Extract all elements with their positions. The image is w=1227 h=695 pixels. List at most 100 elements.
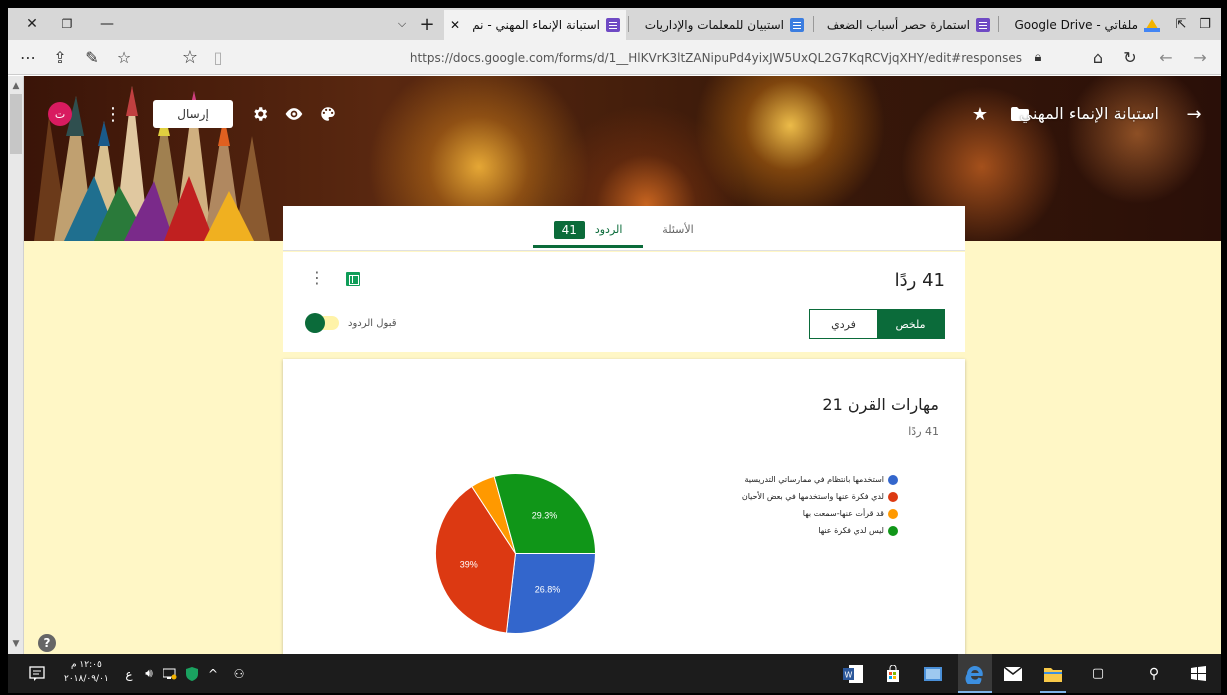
search-icon[interactable]: ⚲ [1140,654,1168,693]
avatar[interactable]: ت [48,102,72,126]
tab-strip: ✕ ❐ — ⌵ + استبانة الإنماء المهني - نم ✕ … [8,8,1221,40]
pie-slice-label: 29.3% [532,510,558,520]
svg-text:W: W [845,670,853,679]
settings-gear-icon[interactable] [248,102,272,126]
form-tabs-card: 41 الردود الأسئلة [283,206,965,251]
store-app-icon[interactable] [878,654,908,693]
network-icon[interactable] [161,654,179,693]
scrollbar[interactable]: ▲ ▼ [8,76,24,654]
legend-label: ليس لدي فكرة عنها [818,526,884,535]
legend-item[interactable]: قد قرأت عنها-سمعت بها [698,505,898,522]
doc-icon [790,18,804,32]
browser-tab[interactable]: استبيان للمعلمات والإداريات [630,10,810,40]
share-icon[interactable]: ⇪ [48,40,72,75]
volume-icon[interactable]: 🔊︎ [140,654,158,693]
legend-item[interactable]: ليس لدي فكرة عنها [698,522,898,539]
question-response-count: 41 ردًا [908,425,939,438]
task-view-icon[interactable]: ▢ [1084,654,1112,693]
tab-title: استمارة حصر أسباب الضعف [826,18,970,32]
tab-questions[interactable]: الأسئلة [653,214,703,244]
accepting-responses-toggle[interactable] [305,313,339,333]
tab-responses-label: الردود [594,223,623,236]
back-icon[interactable]: ← [1154,40,1178,75]
active-app-indicator [1040,691,1066,693]
individual-button[interactable]: فردي [810,310,877,338]
form-title[interactable]: استبانة الإنماء المهني [1020,104,1159,123]
file-explorer-icon[interactable] [1038,654,1068,693]
pencils-image [34,86,270,241]
start-windows-icon[interactable] [1182,654,1214,693]
legend-label: استخدمها بانتظام في ممارساتي التدريسية [744,475,884,484]
url-field[interactable]: https://docs.google.com/forms/d/1__HlKVr… [238,46,1038,70]
refresh-icon[interactable]: ↻ [1118,40,1142,75]
scroll-up-icon[interactable]: ▲ [8,78,24,94]
scroll-down-icon[interactable]: ▼ [8,636,24,652]
responses-count-badge: 41 [553,220,585,239]
tabs-aside-icon[interactable]: ❐ [1194,8,1216,40]
word-app-icon[interactable]: W [838,654,868,693]
sheets-icon[interactable] [346,272,360,286]
minimize-window-icon[interactable]: — [93,8,121,40]
mail-app-icon[interactable] [998,654,1028,693]
legend-swatch [888,508,898,519]
pie-slice-label: 26.8% [535,584,561,594]
send-button[interactable]: إرسال [153,100,233,128]
address-bar-row: ⋯ ⇪ ✎ ☆ ☆ ▯ https://docs.google.com/form… [8,40,1221,75]
legend-swatch [888,525,898,536]
taskbar-clock[interactable]: ١٢:٠٥ م ٢٠١٨/٠٩/٠١ [64,658,109,686]
tab-responses[interactable]: 41 الردود [533,214,643,248]
more-icon[interactable]: ⋯ [16,40,40,75]
star-icon[interactable]: ★ [968,102,992,126]
browser-tab[interactable]: استمارة حصر أسباب الضعف [816,10,996,40]
pie-slice-label: 39% [460,560,478,570]
forward-icon[interactable]: → [1188,40,1212,75]
close-window-icon[interactable]: ✕ [18,8,46,40]
more-vert-icon[interactable]: ⋮ [309,268,325,287]
favorite-star-icon[interactable]: ☆ [178,40,202,75]
windows-taskbar: ١٢:٠٥ م ٢٠١٨/٠٩/٠١ ع 🔊︎ ^ ⚇ W ▢ ⚲ [8,654,1221,693]
edge-app-icon[interactable] [958,654,992,693]
chevron-up-icon[interactable]: ^ [204,654,222,693]
lock-icon: 🔒︎ [1034,50,1042,65]
legend-label: قد قرأت عنها-سمعت بها [802,509,884,518]
question-title: مهارات القرن 21 [822,395,939,414]
tab-preview-icon[interactable]: ⇱ [1170,8,1192,40]
favorites-hub-icon[interactable]: ☆ [112,40,136,75]
new-tab-icon[interactable]: + [416,8,438,40]
view-toggle: فردي ملخص [809,309,945,339]
input-language[interactable]: ع [121,654,137,693]
browser-tab-active[interactable]: استبانة الإنماء المهني - نم ✕ [444,10,626,40]
tab-title: استبانة الإنماء المهني - نم [472,18,600,32]
pie-chart[interactable]: 26.8% 39% 29.3% [433,471,598,636]
page-viewport: ت ⋮ إرسال ★ استبانة الإنماء المهني → ▲ ▼ [8,76,1221,654]
legend-item[interactable]: لدي فكرة عنها واستخدمها في بعض الأحيان [698,488,898,505]
palette-icon[interactable] [316,102,340,126]
help-icon[interactable]: ? [38,634,56,652]
browser-tab[interactable]: ملفاتي - Google Drive [1003,10,1168,40]
restore-window-icon[interactable]: ❐ [53,8,81,40]
more-vert-icon[interactable]: ⋮ [104,100,122,128]
responses-summary-card: ⋮ 41 ردًا فردي ملخص قبول الردود [283,252,965,352]
pen-icon[interactable]: ✎ [80,40,104,75]
people-icon[interactable]: ⚇ [230,654,248,693]
shield-icon[interactable] [183,654,201,693]
drive-icon [1144,18,1160,32]
legend-swatch [888,474,898,485]
scrollbar-thumb[interactable] [10,94,22,154]
preview-eye-icon[interactable] [282,102,306,126]
arrow-forward-icon[interactable]: → [1182,102,1206,126]
home-icon[interactable]: ⌂ [1086,40,1110,75]
photos-app-icon[interactable] [918,654,948,693]
responses-count-title: 41 ردًا [894,270,945,291]
clock-time: ١٢:٠٥ م [70,660,102,670]
notification-icon[interactable] [26,654,48,693]
reading-view-icon[interactable]: ▯ [206,40,230,75]
tab-title: ملفاتي - Google Drive [1014,18,1138,32]
close-tab-icon[interactable]: ✕ [450,18,460,32]
summary-button[interactable]: ملخص [877,310,944,338]
chevron-down-icon[interactable]: ⌵ [391,8,413,40]
form-icon [606,18,620,32]
accepting-responses-label: قبول الردود [348,318,397,329]
active-app-indicator [958,691,992,693]
legend-item[interactable]: استخدمها بانتظام في ممارساتي التدريسية [698,471,898,488]
